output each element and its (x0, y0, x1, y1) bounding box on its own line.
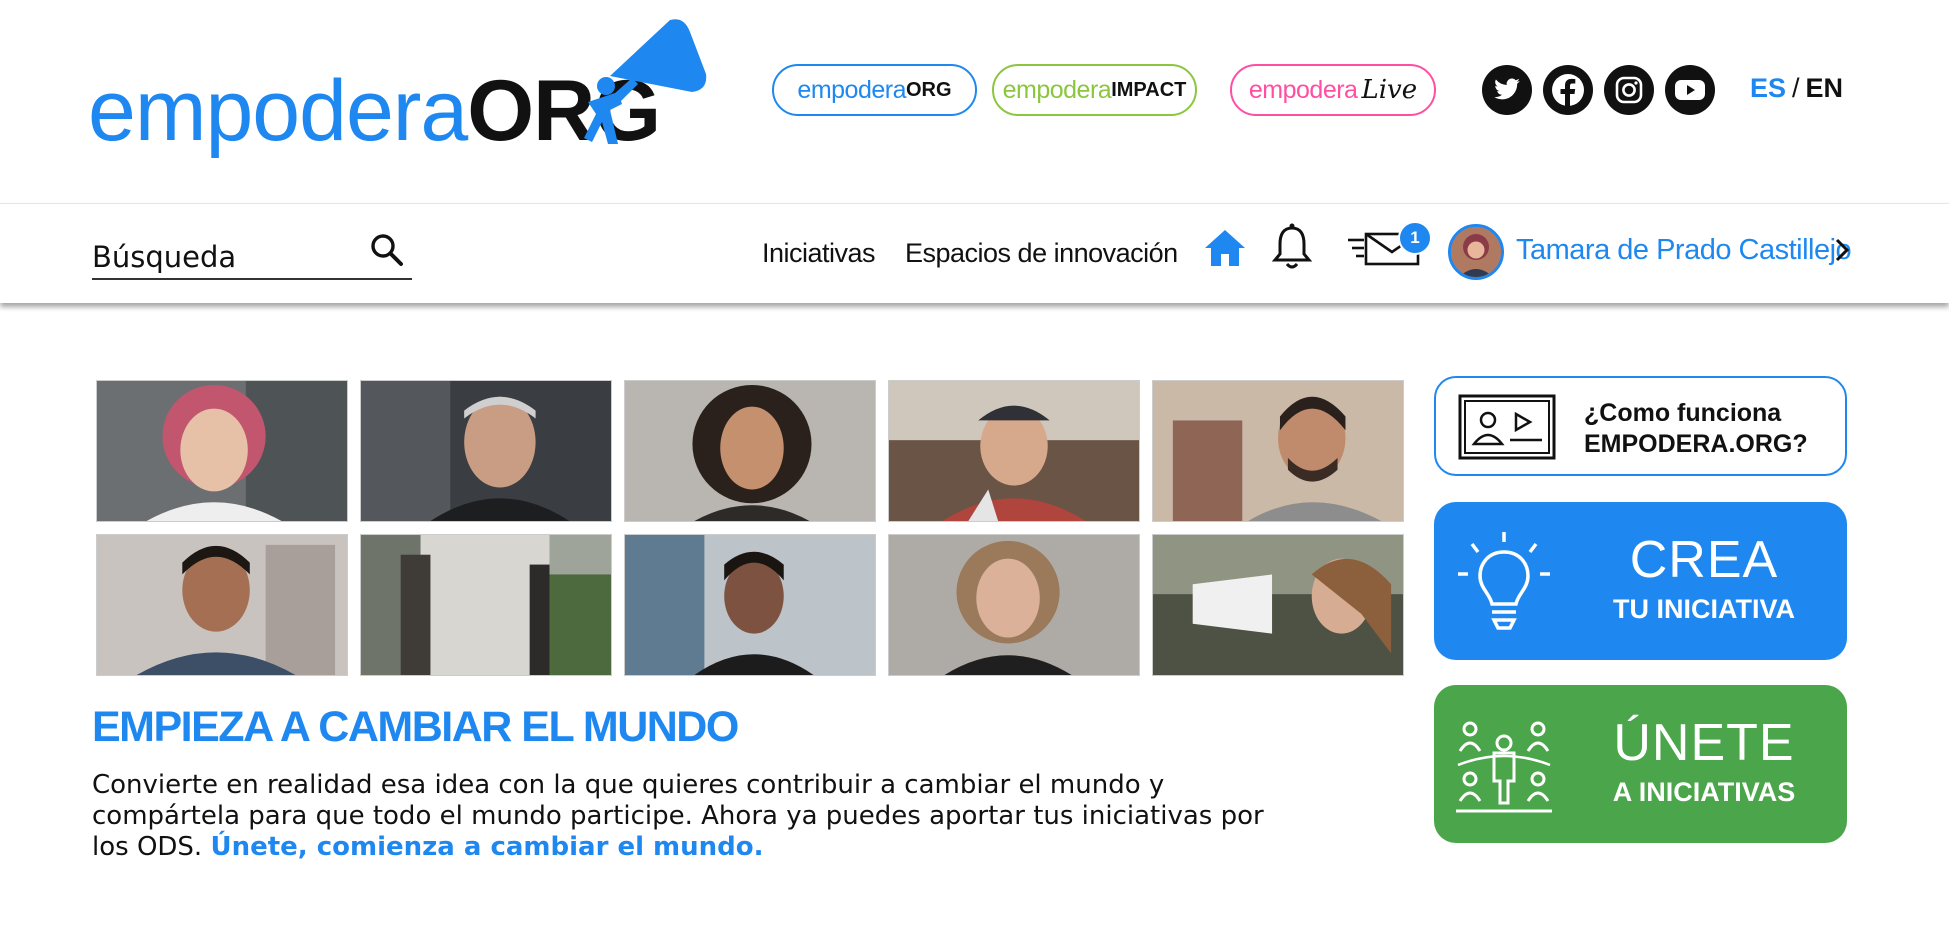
how-it-works-button[interactable]: ¿Como funciona EMPODERA.ORG? (1434, 376, 1847, 476)
unete-title: ÚNETE (1613, 714, 1795, 772)
hero-description: Convierte en realidad esa idea con la qu… (92, 770, 1264, 862)
search-input[interactable] (92, 240, 352, 274)
photo-woman-pink-hair (96, 380, 348, 522)
main-navbar: Iniciativas Espacios de innovación 1 Tam… (0, 203, 1949, 303)
instagram-icon[interactable] (1604, 65, 1654, 115)
home-icon[interactable] (1203, 228, 1247, 268)
nav-espacios-innovacion[interactable]: Espacios de innovación (905, 238, 1178, 269)
unete-subtitle: A INICIATIVAS (1612, 777, 1796, 807)
youtube-icon[interactable] (1665, 65, 1715, 115)
empodera-org-pill[interactable]: empodera ORG (772, 64, 977, 116)
photo-street-walkers (360, 534, 612, 676)
lang-en-link[interactable]: EN (1806, 73, 1844, 103)
photo-bearded-man-glasses (1152, 380, 1404, 522)
search-box (92, 218, 412, 280)
video-tutorial-icon (1458, 394, 1556, 460)
search-icon[interactable] (369, 232, 405, 268)
bell-icon[interactable] (1272, 222, 1312, 272)
hero-headline: EMPIEZA A CAMBIAR EL MUNDO (92, 703, 739, 751)
facebook-icon[interactable] (1543, 65, 1593, 115)
empodera-live-pill[interactable]: empodera Live (1230, 64, 1436, 116)
twitter-icon[interactable] (1482, 65, 1532, 115)
how-line-1: ¿Como funciona (1584, 399, 1782, 427)
lightbulb-icon (1458, 532, 1550, 630)
chevron-right-icon[interactable] (1830, 236, 1854, 264)
photo-woman-blond-hair (888, 534, 1140, 676)
crea-subtitle: TU INICIATIVA (1613, 594, 1795, 624)
join-initiatives-button[interactable]: ÚNETE A INICIATIVAS (1434, 685, 1847, 843)
nav-iniciativas[interactable]: Iniciativas (762, 238, 876, 269)
photo-older-man-glasses (360, 380, 612, 522)
megaphone-person-icon (584, 19, 707, 144)
language-switcher: ES / EN (1750, 73, 1844, 103)
how-line-2: EMPODERA.ORG? (1584, 430, 1808, 458)
photo-smiling-man-glasses (96, 534, 348, 676)
site-header: empoderaORG empodera ORG empodera IMPACT e… (0, 0, 1949, 200)
photo-woman-curly-hair (624, 380, 876, 522)
join-link[interactable]: Únete, comienza a cambiar el mundo. (210, 832, 763, 862)
logo-light-text: empodera (88, 63, 468, 159)
empodera-impact-pill[interactable]: empodera IMPACT (992, 64, 1197, 116)
lang-es-link[interactable]: ES (1750, 73, 1786, 103)
avatar[interactable] (1448, 224, 1504, 280)
user-name[interactable]: Tamara de Prado Castillejo (1516, 234, 1852, 267)
photo-woman-black-top (624, 534, 876, 676)
photo-older-man-cap (888, 380, 1140, 522)
crea-title: CREA (1629, 531, 1779, 589)
group-people-icon (1456, 721, 1552, 813)
empodera-org-logo[interactable]: empoderaORG (88, 18, 708, 168)
messages-count-badge: 1 (1398, 221, 1432, 255)
create-initiative-button[interactable]: CREA TU INICIATIVA (1434, 502, 1847, 660)
people-photo-grid (96, 380, 1406, 676)
photo-woman-megaphone (1152, 534, 1404, 676)
